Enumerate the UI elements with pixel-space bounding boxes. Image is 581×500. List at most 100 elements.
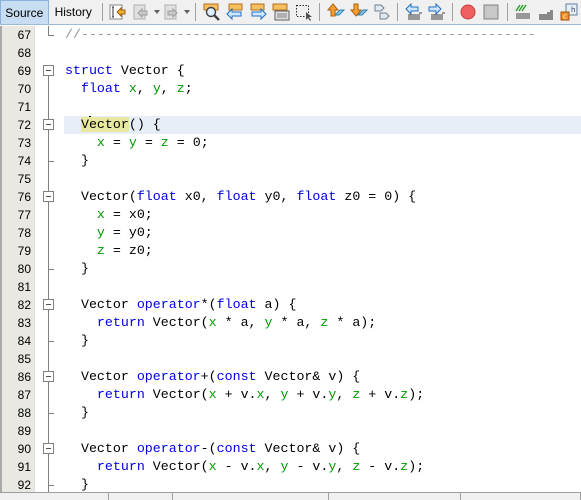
forward-button[interactable]	[163, 2, 182, 22]
field-token: x	[208, 459, 217, 474]
code-line[interactable]: 72 Vector() {	[0, 116, 581, 134]
tab-source[interactable]: Source	[0, 0, 49, 24]
field-token: x	[96, 207, 105, 222]
toggle-highlight-icon	[272, 3, 290, 21]
toggle-highlight-button[interactable]	[271, 2, 290, 22]
code-token: Vector	[65, 441, 137, 456]
code-line[interactable]: 89	[0, 422, 581, 440]
code-token: =	[136, 135, 161, 150]
code-line[interactable]: 83 return Vector(x * a, y * a, z * a);	[0, 314, 581, 332]
code-line[interactable]: 76 Vector(float x0, float y0, float z0 =…	[0, 188, 581, 206]
rect-selection-button[interactable]	[294, 2, 313, 22]
code-line[interactable]: 82 Vector operator*(float a) {	[0, 296, 581, 314]
code-line[interactable]: 71	[0, 98, 581, 116]
last-edit-button[interactable]	[109, 2, 128, 22]
toolbar-separator	[506, 3, 508, 21]
toolbar-separator	[101, 3, 103, 21]
code-line[interactable]: 85	[0, 350, 581, 368]
code-line[interactable]: 75	[0, 170, 581, 188]
shift-right-button[interactable]	[427, 2, 446, 22]
keyword-token: const	[216, 369, 257, 384]
code-line[interactable]: 86 Vector operator+(const Vector& v) {	[0, 368, 581, 386]
code-token: = z0;	[104, 243, 153, 258]
uncomment-icon	[539, 10, 554, 20]
uncomment-button[interactable]	[537, 2, 556, 22]
back-dropdown[interactable]	[153, 2, 161, 22]
toggle-bookmark-button[interactable]	[372, 2, 391, 22]
previous-bookmark-button[interactable]	[326, 2, 345, 22]
code-token: + v.	[216, 387, 257, 402]
line-number: 89	[17, 424, 31, 438]
find-previous-button[interactable]	[225, 2, 244, 22]
code-line[interactable]: 69 struct Vector {	[0, 62, 581, 80]
code-line[interactable]: 74 }	[0, 152, 581, 170]
find-next-button[interactable]	[248, 2, 267, 22]
code-token: - v.	[360, 459, 401, 474]
status-cell	[0, 493, 109, 500]
code-token: Vector(	[144, 387, 209, 402]
code-token: Vector	[65, 369, 137, 384]
code-text: Vector operator-(const Vector& v) {	[65, 440, 360, 458]
toggle-bookmark-icon	[374, 4, 390, 20]
tab-history[interactable]: History	[49, 0, 98, 24]
line-number: 86	[17, 370, 31, 384]
line-number: 74	[17, 154, 31, 168]
line-number: 90	[17, 442, 31, 456]
shift-left-button[interactable]	[404, 2, 423, 22]
rect-selection-icon	[295, 5, 312, 21]
field-token: x	[256, 387, 265, 402]
code-line[interactable]: 80 }	[0, 260, 581, 278]
code-token: Vector(	[144, 315, 209, 330]
code-line[interactable]: 68	[0, 44, 581, 62]
code-text: //--------------------------------------…	[65, 26, 536, 44]
field-token: x	[256, 459, 265, 474]
code-line[interactable]: 91 return Vector(x - v.x, y - v.y, z - v…	[0, 458, 581, 476]
code-line[interactable]: 81	[0, 278, 581, 296]
code-text: x = y = z = 0;	[65, 134, 209, 152]
line-number: 88	[17, 406, 31, 420]
code-editor[interactable]: 67 //------------------------------------…	[0, 26, 581, 492]
keyword-token: return	[96, 459, 145, 474]
code-line[interactable]: 88 }	[0, 404, 581, 422]
field-token: x	[208, 315, 217, 330]
code-token: y0,	[256, 189, 297, 204]
code-line[interactable]: 87 return Vector(x + v.x, y + v.y, z + v…	[0, 386, 581, 404]
code-token: + v.	[288, 387, 329, 402]
toolbar-separator	[195, 3, 197, 21]
code-line[interactable]: 90 Vector operator-(const Vector& v) {	[0, 440, 581, 458]
find-icon	[203, 3, 220, 21]
switch-header-source-button[interactable]: hc	[560, 2, 579, 22]
line-number: 81	[17, 280, 31, 294]
status-cell	[173, 493, 329, 500]
code-line[interactable]: 92 }	[0, 476, 581, 492]
code-line[interactable]: 73 x = y = z = 0;	[0, 134, 581, 152]
code-line[interactable]: 78 y = y0;	[0, 224, 581, 242]
field-token: y	[264, 315, 273, 330]
code-token: Vector& v) {	[256, 369, 361, 384]
code-token: - v.	[216, 459, 257, 474]
next-bookmark-button[interactable]	[349, 2, 368, 22]
code-line[interactable]: 77 x = x0;	[0, 206, 581, 224]
back-button[interactable]	[132, 2, 151, 22]
code-text: }	[65, 332, 89, 350]
highlighted-token: V	[80, 117, 89, 132]
code-token: ,	[264, 387, 281, 402]
switch-header-source-icon: hc	[560, 3, 578, 21]
code-token: () {	[128, 117, 161, 132]
code-text: z = z0;	[65, 242, 153, 260]
start-macro-button[interactable]	[459, 2, 478, 22]
comment-button[interactable]	[514, 2, 533, 22]
code-line[interactable]: 79 z = z0;	[0, 242, 581, 260]
code-line[interactable]: 84 }	[0, 332, 581, 350]
shift-right-icon	[428, 3, 445, 20]
code-line[interactable]: 67 //------------------------------------…	[0, 26, 581, 44]
find-button[interactable]	[202, 2, 221, 22]
find-previous-icon	[225, 3, 243, 21]
forward-dropdown[interactable]	[184, 2, 192, 22]
stop-macro-button[interactable]	[482, 2, 501, 22]
code-token: }	[65, 261, 89, 276]
code-line[interactable]: 70 float x, y, z;	[0, 80, 581, 98]
